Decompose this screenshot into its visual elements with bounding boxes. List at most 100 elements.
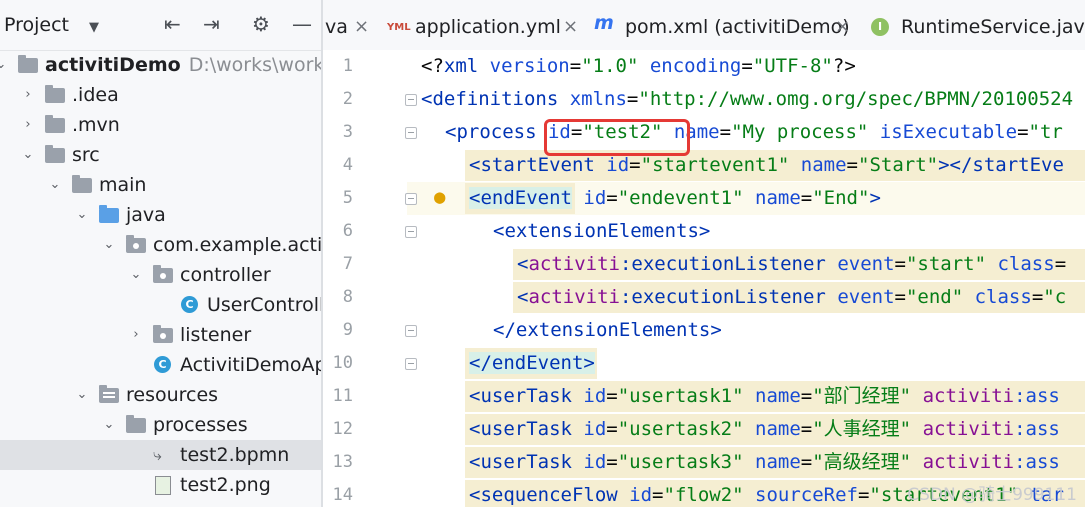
chevron-right-icon[interactable]: › xyxy=(21,86,35,104)
tree-node-label: test2.bpmn xyxy=(180,444,290,466)
line-number: 4 xyxy=(342,155,353,175)
line-number: 6 xyxy=(342,221,353,241)
class-icon: C xyxy=(180,296,200,314)
tree-node[interactable]: › listener xyxy=(0,320,321,350)
tree-node-label: activitiDemoD:\works\workspace\ xyxy=(45,53,321,77)
line-number: 3 xyxy=(342,122,353,142)
bpmn-file-icon: ⤷ xyxy=(153,445,162,464)
chevron-down-icon[interactable]: ⌄ xyxy=(75,206,89,224)
tree-node[interactable]: C ActivitiDemoApplic xyxy=(0,350,321,380)
chevron-down-icon[interactable]: ⌄ xyxy=(102,236,116,254)
maven-icon: m xyxy=(594,12,614,34)
project-view-selector[interactable]: Project ▼ xyxy=(4,14,99,36)
lightbulb-icon[interactable]: ● xyxy=(434,185,445,209)
expand-all-icon[interactable]: ⇥ xyxy=(203,13,220,35)
tree-node-label: java xyxy=(126,204,166,226)
chevron-right-icon[interactable]: › xyxy=(129,326,143,344)
close-icon[interactable]: × xyxy=(563,15,578,39)
line-number: 13 xyxy=(332,452,353,472)
tree-node[interactable]: ⌄ com.example.activitide xyxy=(0,230,321,260)
chevron-right-icon[interactable]: › xyxy=(21,116,35,134)
tree-node-label: resources xyxy=(126,384,219,406)
project-panel: Project ▼ ⇤ ⇥ ⚙ — ⌄ activitiDemo D:\works\w… xyxy=(0,0,321,507)
yml-icon: YML xyxy=(387,22,411,33)
code-line: <userTask id="usertask1" name="部门经理" act… xyxy=(469,385,1060,407)
tab-application-yml[interactable]: YML application.yml × xyxy=(385,0,585,50)
tab-pom-xml[interactable]: m pom.xml (activitiDemo) × xyxy=(588,0,858,50)
tree-node-label: .idea xyxy=(72,84,119,106)
tab-label: application.yml xyxy=(415,16,561,38)
tree-node-label: processes xyxy=(153,414,248,436)
minimize-icon[interactable]: — xyxy=(292,13,312,35)
line-number: 9 xyxy=(342,320,353,340)
close-icon[interactable]: × xyxy=(354,15,369,39)
fold-marker-icon[interactable] xyxy=(405,94,417,106)
tree-node[interactable]: ⌄ src xyxy=(0,140,321,170)
code-line: <process id="test2" name="My process" is… xyxy=(445,121,1063,143)
tree-node[interactable]: ⌄ resources xyxy=(0,380,321,410)
tree-node[interactable]: › .idea xyxy=(0,80,321,110)
fold-marker-icon[interactable] xyxy=(405,226,417,238)
fold-marker-icon[interactable] xyxy=(405,127,417,139)
source-folder-icon xyxy=(99,205,119,224)
tree-node-label: listener xyxy=(180,324,252,346)
tree-node[interactable]: ⤷ test2.bpmn xyxy=(0,440,321,470)
line-number: 8 xyxy=(342,287,353,307)
spring-class-icon: C xyxy=(153,356,173,374)
chevron-down-icon[interactable]: ⌄ xyxy=(48,176,62,194)
resources-folder-icon xyxy=(99,385,119,404)
folder-icon xyxy=(126,415,146,434)
tree-node-label: controller xyxy=(180,264,271,286)
chevron-down-icon[interactable]: ⌄ xyxy=(75,386,89,404)
package-icon xyxy=(153,265,173,284)
folder-icon xyxy=(45,115,65,134)
tree-node[interactable]: ⌄ main xyxy=(0,170,321,200)
tree-node-label: ActivitiDemoApplic xyxy=(180,354,321,376)
tree-node[interactable]: test2.png xyxy=(0,470,321,500)
fold-marker-icon[interactable] xyxy=(405,193,417,205)
tree-node-label: main xyxy=(99,174,147,196)
tree-node[interactable]: ⌄ controller xyxy=(0,260,321,290)
chevron-down-icon[interactable]: ⌄ xyxy=(21,146,35,164)
code-line: <activiti:executionListener event="start… xyxy=(517,253,1067,275)
code-line: <userTask id="usertask2" name="人事经理" act… xyxy=(469,418,1060,440)
fold-marker-icon[interactable] xyxy=(405,325,417,337)
line-number: 2 xyxy=(342,89,353,109)
fold-marker-icon[interactable] xyxy=(405,358,417,370)
code-line: </extensionElements> xyxy=(493,319,722,341)
image-file-icon xyxy=(153,476,173,495)
tree-node[interactable]: ⌄ processes xyxy=(0,410,321,440)
tree-node-label: com.example.activitide xyxy=(153,234,321,256)
chevron-down-icon[interactable]: ⌄ xyxy=(102,416,116,434)
package-icon xyxy=(153,325,173,344)
tree-node[interactable]: ⌄ activitiDemoD:\works\workspace\ xyxy=(0,50,321,80)
code-line: <activiti:executionListener event="end" … xyxy=(517,286,1067,308)
editor-gutter: 1 2 3 4 5 6 7 8 9 10 11 12 13 14 xyxy=(323,50,417,507)
folder-icon xyxy=(72,175,92,194)
close-icon[interactable]: × xyxy=(835,15,850,39)
line-number: 7 xyxy=(342,254,353,274)
folder-icon xyxy=(45,85,65,104)
tab-runtimeservice-java[interactable]: I RuntimeService.java xyxy=(863,0,1085,50)
code-editor[interactable]: 1 2 3 4 5 6 7 8 9 10 11 12 13 14 <?xml version="1.0" … xyxy=(323,50,1085,507)
tree-node-label: src xyxy=(72,144,100,166)
tab-label: pom.xml (activitiDemo) xyxy=(625,16,850,38)
collapse-all-icon[interactable]: ⇤ xyxy=(164,13,181,35)
chevron-down-icon[interactable]: ⌄ xyxy=(0,56,8,74)
line-number: 14 xyxy=(332,485,353,505)
module-path: D:\works\workspace\ xyxy=(188,54,321,76)
watermark: CSDN @骑士999111 xyxy=(907,485,1077,505)
tree-node[interactable]: C UserController xyxy=(0,290,321,320)
tree-node[interactable]: › .mvn xyxy=(0,110,321,140)
line-number: 11 xyxy=(332,386,353,406)
tab-label: RuntimeService.java xyxy=(901,16,1085,38)
code-line: <endEvent id="endevent1" name="End"> xyxy=(469,187,881,209)
chevron-down-icon[interactable]: ⌄ xyxy=(129,266,143,284)
gear-icon[interactable]: ⚙ xyxy=(252,13,270,35)
tree-node[interactable]: ⌄ java xyxy=(0,200,321,230)
line-number: 10 xyxy=(332,353,353,373)
folder-icon xyxy=(45,145,65,164)
code-line: </endEvent> xyxy=(469,352,595,374)
tab-java-partial[interactable]: va × xyxy=(323,0,383,50)
code-line: <extensionElements> xyxy=(493,220,711,242)
